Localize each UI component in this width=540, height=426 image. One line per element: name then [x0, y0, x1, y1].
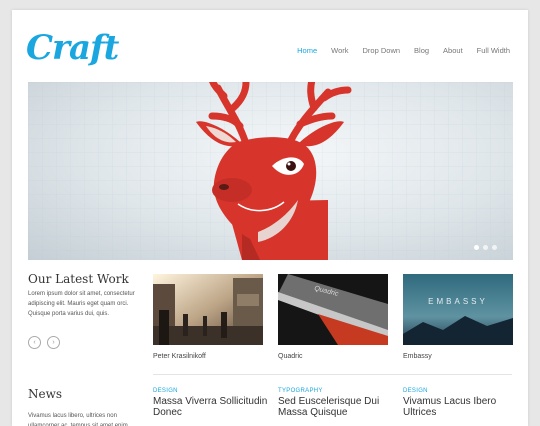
- nav-item-blog[interactable]: Blog: [414, 46, 429, 55]
- news-heading: News: [28, 387, 63, 401]
- work-caption-1[interactable]: Peter Krasilnikoff: [153, 353, 206, 360]
- nav-item-work[interactable]: Work: [331, 46, 348, 55]
- slider-pagination: [474, 245, 497, 250]
- slider-dot-2[interactable]: [483, 245, 488, 250]
- chevron-right-icon[interactable]: ›: [47, 336, 60, 349]
- page-container: Craft Home Work Drop Down Blog About Ful…: [12, 10, 528, 426]
- slider-dot-1[interactable]: [474, 245, 479, 250]
- slider-dot-3[interactable]: [492, 245, 497, 250]
- news-intro: Vivamus lacus libero, ultrices non ullam…: [28, 413, 130, 426]
- nav-item-home[interactable]: Home: [297, 46, 317, 55]
- news-post-1[interactable]: DESIGN Massa Viverra Sollicitudin Donec: [153, 388, 271, 418]
- embassy-photo: [403, 274, 513, 345]
- post-category[interactable]: DESIGN: [153, 388, 271, 394]
- work-thumbnail-embassy[interactable]: EMBASSY: [403, 274, 513, 345]
- work-caption-3[interactable]: Embassy: [403, 353, 432, 360]
- post-title[interactable]: Massa Viverra Sollicitudin Donec: [153, 396, 271, 418]
- latest-work-heading: Our Latest Work: [28, 272, 129, 286]
- work-thumbnail-quadric[interactable]: Quadric: [278, 274, 388, 345]
- latest-work-intro: Lorem ipsum dolor sit amet, consectetur …: [28, 291, 135, 317]
- news-post-2[interactable]: TYPOGRAPHY Sed Euscelerisque Dui Massa Q…: [278, 388, 396, 418]
- news-post-3[interactable]: DESIGN Vivamus Lacus Ibero Ultrices: [403, 388, 521, 418]
- nav-item-about[interactable]: About: [443, 46, 463, 55]
- work-caption-2[interactable]: Quadric: [278, 353, 303, 360]
- main-nav: Home Work Drop Down Blog About Full Widt…: [297, 46, 510, 55]
- post-category[interactable]: TYPOGRAPHY: [278, 388, 396, 394]
- post-category[interactable]: DESIGN: [403, 388, 521, 394]
- embassy-label-on-photo: EMBASSY: [428, 297, 488, 306]
- hero-slider[interactable]: [28, 82, 513, 260]
- post-title[interactable]: Vivamus Lacus Ibero Ultrices: [403, 396, 521, 418]
- section-divider: [153, 374, 512, 375]
- nav-item-drop-down[interactable]: Drop Down: [363, 46, 401, 55]
- street-photo: [153, 274, 263, 345]
- chevron-left-icon[interactable]: ‹: [28, 336, 41, 349]
- quadric-photo: [278, 274, 388, 345]
- site-logo[interactable]: Craft: [26, 28, 119, 68]
- post-title[interactable]: Sed Euscelerisque Dui Massa Quisque: [278, 396, 396, 418]
- deer-illustration: [28, 82, 513, 260]
- work-thumbnail-peter-krasilnikoff[interactable]: [153, 274, 263, 345]
- nav-item-full-width[interactable]: Full Width: [477, 46, 510, 55]
